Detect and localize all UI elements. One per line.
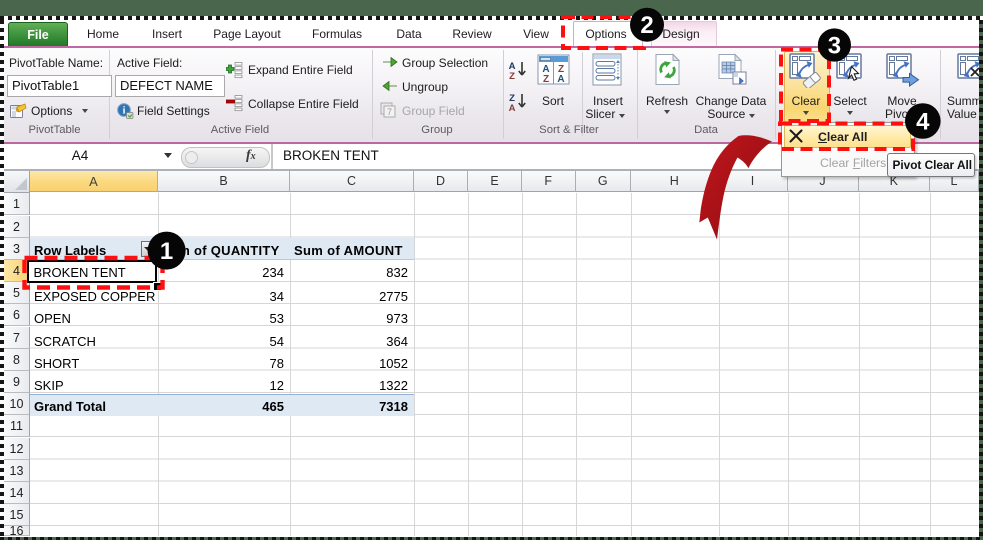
svg-text:3: 3 <box>828 32 841 59</box>
svg-text:2: 2 <box>640 12 653 39</box>
svg-text:1: 1 <box>160 238 173 265</box>
svg-text:4: 4 <box>916 108 930 135</box>
